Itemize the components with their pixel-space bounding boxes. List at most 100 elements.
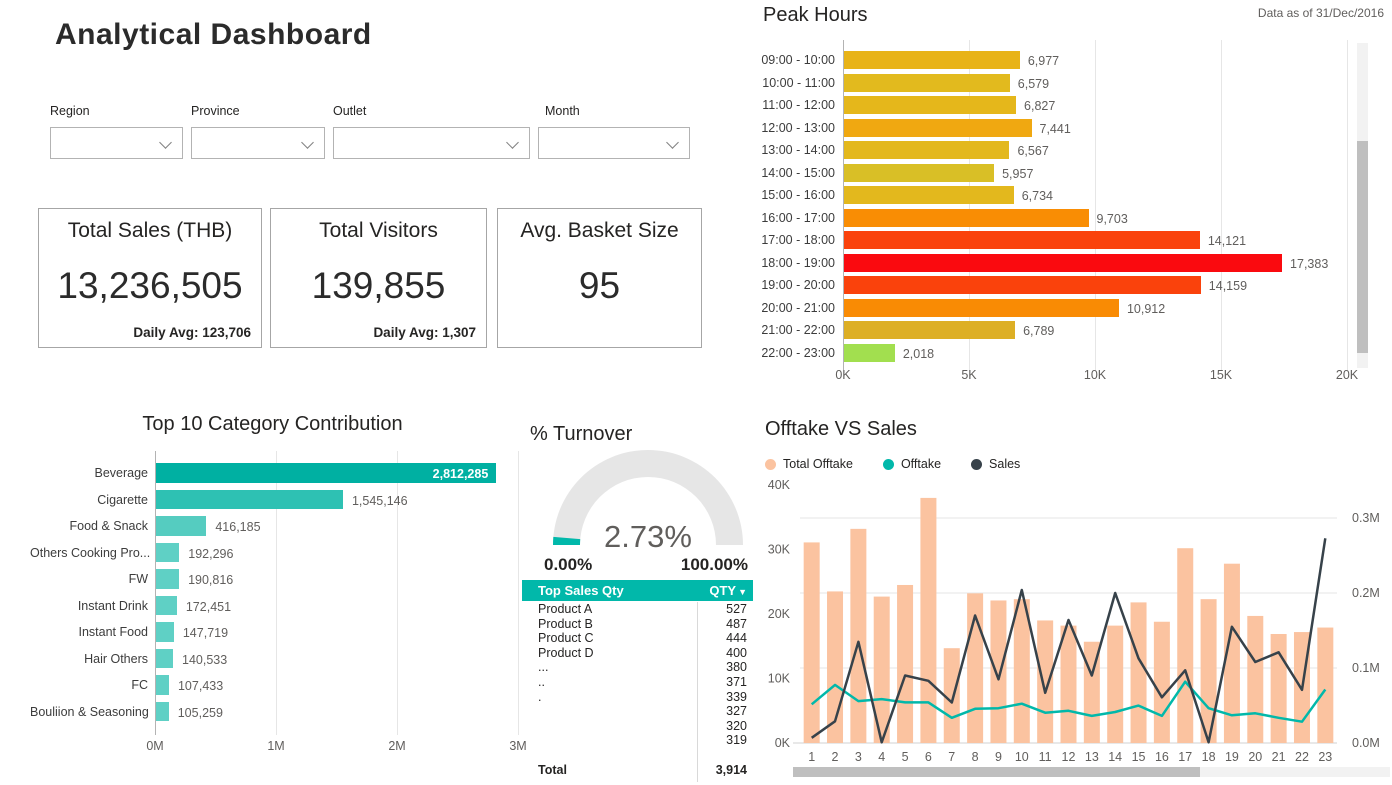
- total-offtake-bar[interactable]: [1037, 620, 1054, 743]
- vertical-scrollbar-thumb[interactable]: [1357, 141, 1368, 353]
- category-bar[interactable]: [156, 675, 169, 695]
- axis-category-label: FC: [131, 678, 148, 692]
- total-offtake-bar[interactable]: [803, 542, 820, 743]
- peak-hours-bar[interactable]: [844, 231, 1200, 249]
- left-axis-tick-label: 10K: [768, 672, 791, 686]
- total-offtake-bar[interactable]: [1060, 625, 1077, 743]
- row-name: Product A: [538, 602, 593, 616]
- filter-label-region: Region: [50, 104, 90, 118]
- bar-value-label: 7,441: [1039, 121, 1071, 136]
- kpi-card-total-sales: Total Sales (THB) 13,236,505 Daily Avg: …: [38, 208, 262, 348]
- x-tick-label: 5K: [961, 368, 977, 382]
- category-bar[interactable]: [156, 622, 174, 642]
- table-column-divider: [697, 602, 698, 782]
- axis-category-label: Bouliion & Seasoning: [30, 704, 149, 719]
- total-offtake-bar[interactable]: [1130, 602, 1147, 743]
- axis-category-label: Others Cooking Pro...: [30, 545, 151, 560]
- horizontal-scrollbar-thumb[interactable]: [793, 767, 1200, 777]
- table-row[interactable]: ... 380: [522, 660, 753, 675]
- peak-hours-bar[interactable]: [844, 118, 1032, 137]
- peak-hours-bar[interactable]: [844, 186, 1014, 204]
- peak-hours-bar[interactable]: [844, 253, 1283, 272]
- peak-hours-bar[interactable]: [844, 163, 995, 182]
- top-sales-qty-table: Product A 527 Product B 487 Product C 444 Prod…: [522, 415, 755, 785]
- page-title: Analytical Dashboard: [55, 18, 372, 51]
- category-bar[interactable]: [156, 648, 173, 668]
- category-bar[interactable]: [156, 489, 343, 509]
- axis-category-label: Instant Food: [78, 625, 149, 639]
- total-offtake-bar[interactable]: [1013, 599, 1030, 743]
- peak-hours-bar[interactable]: [844, 321, 1016, 339]
- x-axis-tick-label: 1: [808, 750, 815, 764]
- row-name: Product C: [538, 631, 594, 646]
- row-qty: 319: [726, 733, 747, 748]
- table-row[interactable]: . 339: [522, 690, 753, 705]
- province-dropdown[interactable]: [191, 127, 325, 159]
- kpi-value: 139,855: [311, 265, 446, 306]
- axis-category-label: 12:00 - 13:00: [761, 120, 835, 135]
- axis-category-label: 09:00 - 10:00: [761, 53, 835, 67]
- peak-hours-bar[interactable]: [844, 298, 1119, 317]
- total-offtake-bar[interactable]: [897, 584, 914, 743]
- total-offtake-bar[interactable]: [1317, 627, 1334, 743]
- bar-value-label: 140,533: [182, 652, 228, 667]
- x-axis-tick-label: 8: [972, 750, 979, 764]
- total-offtake-bar[interactable]: [1153, 621, 1170, 743]
- kpi-subtext: Daily Avg: 123,706: [133, 325, 251, 340]
- peak-hours-bar[interactable]: [844, 343, 895, 362]
- axis-category-label: Instant Drink: [77, 598, 148, 613]
- x-axis-tick-label: 12: [1062, 750, 1076, 764]
- kpi-title: Total Sales (THB): [67, 219, 233, 242]
- category-bar[interactable]: [156, 516, 207, 536]
- x-axis-tick-label: 17: [1178, 750, 1192, 764]
- table-row[interactable]: Product B 487: [522, 617, 753, 632]
- total-offtake-bar[interactable]: [1247, 615, 1264, 743]
- table-row[interactable]: Product C 444: [522, 631, 753, 646]
- table-row[interactable]: 320: [522, 719, 753, 734]
- total-offtake-bar[interactable]: [1270, 633, 1287, 743]
- filter-label-province: Province: [191, 104, 240, 118]
- bar-value-label: 6,977: [1027, 54, 1060, 68]
- peak-hours-bar[interactable]: [844, 276, 1201, 294]
- peak-hours-bar[interactable]: [844, 51, 1020, 69]
- month-dropdown[interactable]: [538, 127, 690, 159]
- table-row[interactable]: 327: [522, 704, 753, 719]
- total-offtake-bar[interactable]: [990, 600, 1007, 743]
- table-row[interactable]: 319: [522, 733, 753, 748]
- table-row[interactable]: Product D 400: [522, 646, 753, 661]
- peak-hours-bar[interactable]: [844, 96, 1017, 114]
- peak-hours-bar[interactable]: [844, 73, 1010, 92]
- bar-value-label: 9,703: [1096, 211, 1128, 226]
- category-bar[interactable]: [156, 569, 180, 589]
- total-offtake-bar[interactable]: [1107, 625, 1124, 743]
- kpi-card-avg-basket-size: Avg. Basket Size 95: [497, 208, 702, 348]
- x-tick-label: 1M: [267, 739, 285, 753]
- peak-hours-bar[interactable]: [844, 208, 1089, 227]
- offtake-vs-sales-panel: Offtake VS Sales Total Offtake Offtake Sal…: [760, 415, 1392, 785]
- x-axis-tick-label: 6: [925, 750, 932, 764]
- category-bar[interactable]: [156, 595, 177, 615]
- axis-category-label: 19:00 - 20:00: [761, 278, 835, 292]
- axis-category-label: 10:00 - 11:00: [762, 75, 835, 90]
- outlet-dropdown[interactable]: [333, 127, 530, 159]
- table-row[interactable]: Product A 527: [522, 602, 753, 617]
- table-row[interactable]: .. 371: [522, 675, 753, 690]
- x-axis-tick-label: 5: [902, 750, 909, 764]
- total-offtake-bar[interactable]: [850, 528, 867, 743]
- peak-hours-bar[interactable]: [844, 141, 1010, 159]
- category-bar[interactable]: [156, 701, 169, 721]
- bar-value-label: 10,912: [1126, 301, 1166, 316]
- x-axis-tick-label: 4: [878, 750, 885, 764]
- region-dropdown[interactable]: [50, 127, 183, 159]
- x-axis-tick-label: 10: [1015, 750, 1029, 764]
- bar-value-label: 2,812,285: [432, 467, 489, 481]
- total-offtake-bar[interactable]: [1177, 548, 1194, 743]
- x-tick-label: 0K: [835, 368, 851, 382]
- kpi-value: 95: [578, 265, 621, 306]
- category-bar[interactable]: [156, 542, 180, 562]
- kpi-card-total-visitors: Total Visitors 139,855 Daily Avg: 1,307: [270, 208, 487, 348]
- axis-category-label: 20:00 - 21:00: [761, 300, 835, 315]
- x-axis-tick-label: 13: [1085, 750, 1099, 764]
- bar-value-label: 6,789: [1023, 324, 1055, 338]
- left-axis-tick-label: 20K: [768, 607, 791, 621]
